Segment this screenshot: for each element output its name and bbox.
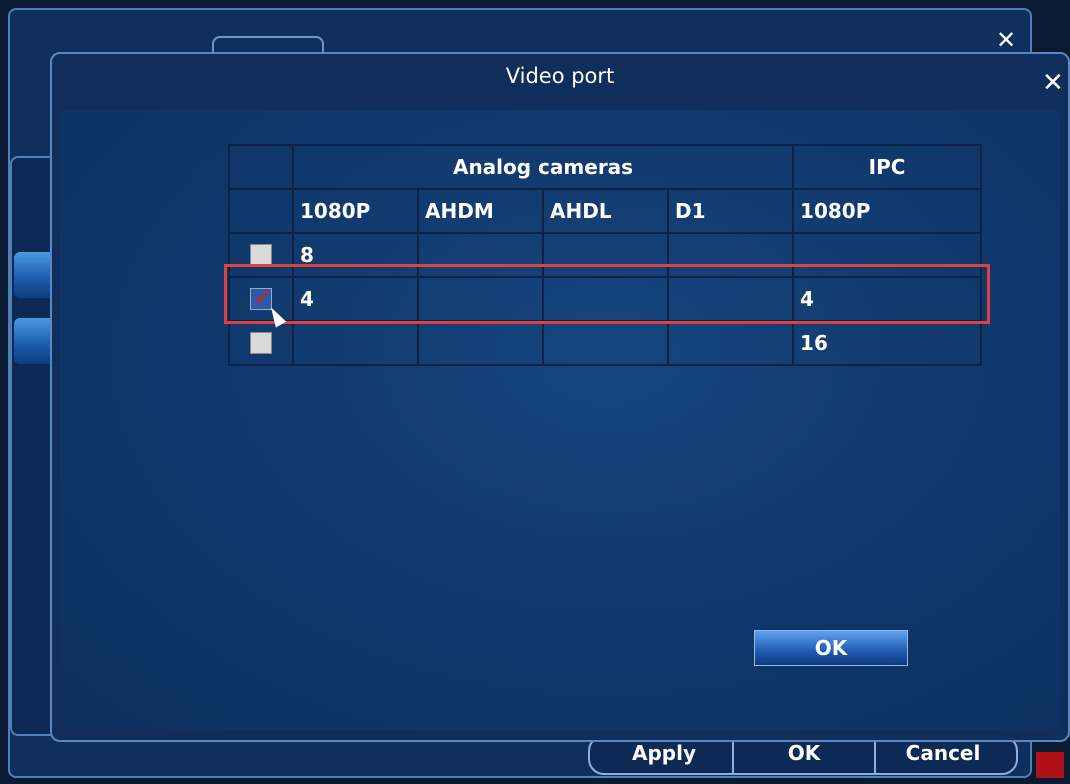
- table-cell: [417, 232, 544, 278]
- row-checkbox[interactable]: [250, 283, 273, 311]
- row-checkbox-cell[interactable]: [228, 232, 294, 278]
- table-cell: [542, 232, 669, 278]
- video-port-table: Analog cameras IPC 1080P AHDM AHDL D1 10…: [228, 144, 983, 366]
- row-checkbox-cell[interactable]: [228, 320, 294, 366]
- close-icon[interactable]: ✕: [1042, 68, 1064, 98]
- table-cell: [792, 232, 983, 278]
- column-header: 1080P: [292, 188, 419, 234]
- column-header: D1: [666, 188, 795, 234]
- row-checkbox[interactable]: [250, 332, 272, 354]
- table-cell: [666, 320, 795, 366]
- table-cell: [542, 276, 669, 322]
- background-side-tab-2[interactable]: [14, 318, 52, 364]
- button-divider: [732, 737, 734, 773]
- table-cell: [666, 232, 795, 278]
- status-indicator: [1036, 752, 1064, 778]
- column-header: 1080P: [792, 188, 983, 234]
- column-header: AHDL: [542, 188, 669, 234]
- table-cell: 16: [792, 320, 983, 366]
- table-cell: 4: [292, 276, 419, 322]
- table-row: 8: [228, 232, 983, 278]
- table-cell: [417, 276, 544, 322]
- ipc-header: IPC: [792, 144, 983, 190]
- column-header: AHDM: [417, 188, 544, 234]
- ok-button[interactable]: OK: [754, 630, 908, 666]
- table-cell: [666, 276, 795, 322]
- header-corner-cell: [228, 144, 294, 190]
- table-cell: [542, 320, 669, 366]
- header-corner-cell: [228, 188, 294, 234]
- table-row: 16: [228, 320, 983, 366]
- background-close-icon[interactable]: ✕: [996, 26, 1016, 54]
- background-left-panel: [10, 156, 54, 736]
- table-column-header-row: 1080P AHDM AHDL D1 1080P: [228, 188, 983, 234]
- table-cell: [417, 320, 544, 366]
- table-cell: 4: [792, 276, 983, 322]
- dialog-title: Video port: [505, 64, 615, 88]
- row-checkbox-cell[interactable]: [228, 276, 294, 322]
- table-group-header-row: Analog cameras IPC: [228, 144, 983, 190]
- background-side-tab-1[interactable]: [14, 252, 52, 298]
- row-checkbox[interactable]: [250, 244, 272, 266]
- analog-cameras-header: Analog cameras: [291, 144, 795, 190]
- table-cell: [292, 320, 419, 366]
- table-row: 4 4: [228, 276, 983, 322]
- table-cell: 8: [292, 232, 419, 278]
